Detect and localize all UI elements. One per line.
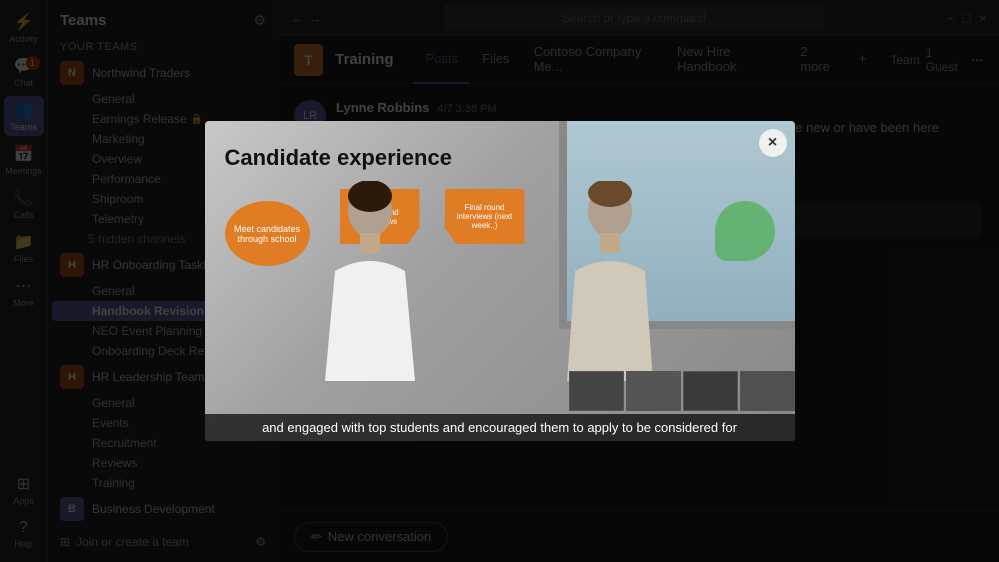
video-thumb (569, 371, 624, 411)
person-right (545, 181, 675, 381)
video-main-area: Candidate experience Meet candidates thr… (205, 121, 795, 441)
modal-overlay[interactable]: × Candidate experience Meet candidates t… (0, 0, 999, 562)
video-title-text: Candidate experience (225, 145, 452, 171)
blob-right: Final round interviews (next week..) (445, 189, 525, 244)
modal-close-button[interactable]: × (759, 129, 787, 157)
app-container: ⚡ Activity 💬 Chat 1 👥 Teams 📅 Meetings 📞… (0, 0, 999, 562)
video-thumb (740, 371, 795, 411)
video-modal: × Candidate experience Meet candidates t… (205, 121, 795, 441)
video-caption: and engaged with top students and encour… (205, 414, 795, 441)
video-thumb (683, 371, 738, 411)
blob-left: Meet candidates through school (225, 201, 310, 266)
video-content: Candidate experience Meet candidates thr… (205, 121, 795, 441)
video-scene: Candidate experience Meet candidates thr… (205, 121, 795, 441)
person-left (305, 181, 435, 381)
blob-green (715, 201, 775, 261)
video-thumbnails (569, 371, 795, 411)
video-thumb (626, 371, 681, 411)
